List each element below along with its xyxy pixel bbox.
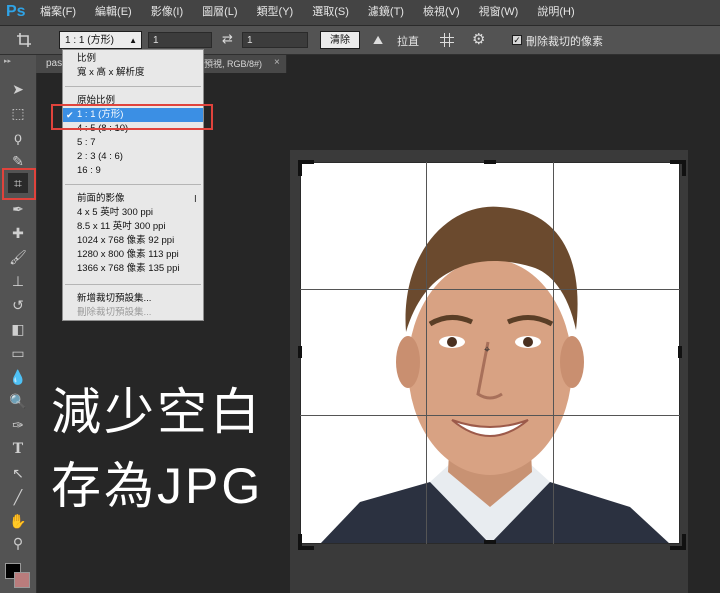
brush-tool-icon[interactable]: 🖌 bbox=[8, 247, 28, 267]
stamp-tool-icon[interactable]: ⊥ bbox=[8, 271, 28, 291]
ratio-select[interactable]: 1 : 1 (方形) ▲ bbox=[59, 31, 142, 49]
menu-layer[interactable]: 圖層(L) bbox=[202, 0, 237, 25]
eraser-tool-icon[interactable]: ◧ bbox=[8, 319, 28, 339]
eyedropper-tool-icon[interactable]: ✒ bbox=[8, 199, 28, 219]
crop-handle-left[interactable] bbox=[298, 346, 302, 358]
type-tool-icon[interactable]: T bbox=[8, 439, 28, 459]
menu-separator bbox=[65, 284, 201, 285]
crop-handle-top[interactable] bbox=[484, 160, 496, 164]
menu-item-new-preset[interactable]: 新增裁切預設集... bbox=[63, 292, 203, 306]
menu-item-w-h-res[interactable]: 寬 x 高 x 解析度 bbox=[63, 66, 203, 80]
menu-item-delete-preset: 刪除裁切預設集... bbox=[77, 307, 152, 318]
dodge-tool-icon[interactable]: 🔍 bbox=[8, 391, 28, 411]
menu-edit[interactable]: 編輯(E) bbox=[95, 0, 132, 25]
crop-handle-bottom[interactable] bbox=[484, 540, 496, 544]
gear-icon[interactable]: ⚙ bbox=[472, 30, 485, 48]
crop-handle-bottom-right[interactable] bbox=[670, 534, 686, 550]
close-icon[interactable]: × bbox=[274, 57, 280, 68]
menu-filter[interactable]: 濾鏡(T) bbox=[368, 0, 404, 25]
lasso-tool-icon[interactable]: ϙ bbox=[8, 127, 28, 147]
menu-help[interactable]: 說明(H) bbox=[537, 0, 574, 25]
width-field[interactable]: 1 bbox=[148, 32, 212, 48]
document-tab-title: pas bbox=[46, 58, 63, 69]
menu-item-4x5[interactable]: 4 x 5 英吋 300 ppi bbox=[63, 206, 203, 220]
menu-item-16-9[interactable]: 16 : 9 bbox=[63, 164, 203, 178]
menu-image[interactable]: 影像(I) bbox=[151, 0, 183, 25]
gradient-tool-icon[interactable]: ▭ bbox=[8, 343, 28, 363]
caption-line-2: 存為JPG bbox=[51, 458, 264, 514]
menu-item-1024x768[interactable]: 1024 x 768 像素 92 ppi bbox=[63, 234, 203, 248]
straighten-label[interactable]: 拉直 bbox=[397, 33, 419, 49]
swap-icon[interactable]: ⇄ bbox=[222, 31, 233, 47]
crop-handle-top-left[interactable] bbox=[298, 160, 314, 176]
crop-handle-bottom-left[interactable] bbox=[298, 534, 314, 550]
history-brush-tool-icon[interactable]: ↺ bbox=[8, 295, 28, 315]
delete-pixels-checkbox[interactable]: ✓ bbox=[512, 35, 522, 45]
document-tab-info: 預視, RGB/8#) bbox=[204, 59, 263, 69]
menu-view[interactable]: 檢視(V) bbox=[423, 0, 460, 25]
healing-brush-tool-icon[interactable]: ✚ bbox=[8, 223, 28, 243]
crop-grid-line bbox=[426, 162, 427, 544]
crop-grid-line bbox=[300, 415, 680, 416]
marquee-tool-icon[interactable]: ⬚ bbox=[8, 103, 28, 123]
menu-separator bbox=[65, 86, 201, 87]
straighten-icon[interactable]: ⛰ bbox=[373, 33, 383, 48]
clear-button[interactable]: 清除 bbox=[320, 31, 360, 49]
menu-item-2-3[interactable]: 2 : 3 (4 : 6) bbox=[63, 150, 203, 164]
crop-grid-line bbox=[300, 289, 680, 290]
crop-center-icon: ⌖ bbox=[484, 344, 491, 356]
menu-item-ratio[interactable]: 比例 bbox=[63, 52, 203, 66]
path-select-tool-icon[interactable]: ↖ bbox=[8, 463, 28, 483]
crop-grid-line bbox=[553, 162, 554, 544]
menu-separator bbox=[65, 184, 201, 185]
menu-item-1366x768[interactable]: 1366 x 768 像素 135 ppi bbox=[63, 262, 203, 276]
height-field[interactable]: 1 bbox=[242, 32, 308, 48]
pen-tool-icon[interactable]: ✑ bbox=[8, 415, 28, 435]
crop-handle-top-right[interactable] bbox=[670, 160, 686, 176]
highlight-crop-tool bbox=[2, 168, 36, 200]
crop-tool-icon[interactable] bbox=[16, 32, 32, 48]
menu-type[interactable]: 類型(Y) bbox=[257, 0, 294, 25]
highlight-1-1-option bbox=[51, 104, 213, 130]
select-arrows-icon: ▲ bbox=[129, 36, 137, 45]
menu-window[interactable]: 視窗(W) bbox=[479, 0, 519, 25]
menu-select[interactable]: 選取(S) bbox=[312, 0, 349, 25]
menu-item-front-image[interactable]: 前面的影像 bbox=[63, 192, 203, 206]
menu-item-5-7[interactable]: 5 : 7 bbox=[63, 136, 203, 150]
background-color-swatch[interactable] bbox=[14, 572, 30, 588]
blur-tool-icon[interactable]: 💧 bbox=[8, 367, 28, 387]
delete-pixels-label[interactable]: 刪除裁切的像素 bbox=[526, 33, 603, 49]
menu-file[interactable]: 檔案(F) bbox=[40, 0, 76, 25]
toolbox: ▸▸ ➤ ⬚ ϙ ✎ ⌗ ✒ ✚ 🖌 ⊥ ↺ ◧ ▭ 💧 🔍 ✑ T ↖ ╱ ✋… bbox=[0, 55, 37, 593]
caption-line-1: 減少空白 bbox=[51, 384, 263, 440]
menu-item-8-5x11[interactable]: 8.5 x 11 英吋 300 ppi bbox=[63, 220, 203, 234]
menu-items: 檔案(F) 編輯(E) 影像(I) 圖層(L) 類型(Y) 選取(S) 濾鏡(T… bbox=[40, 0, 594, 25]
move-tool-icon[interactable]: ➤ bbox=[8, 79, 28, 99]
ratio-dropdown-menu: 比例 寬 x 高 x 解析度 原始比例 ✔ 1 : 1 (方形) 4 : 5 (… bbox=[62, 49, 204, 321]
zoom-tool-icon[interactable]: ⚲ bbox=[8, 533, 28, 553]
crop-handle-right[interactable] bbox=[678, 346, 682, 358]
hand-tool-icon[interactable]: ✋ bbox=[8, 511, 28, 531]
menu-bar: Ps 檔案(F) 編輯(E) 影像(I) 圖層(L) 類型(Y) 選取(S) 濾… bbox=[0, 0, 720, 26]
overlay-grid-icon[interactable] bbox=[440, 33, 454, 47]
text-cursor-icon: I bbox=[194, 194, 197, 205]
collapse-icon[interactable]: ▸▸ bbox=[4, 57, 11, 65]
line-tool-icon[interactable]: ╱ bbox=[8, 487, 28, 507]
menu-item-1280x800[interactable]: 1280 x 800 像素 113 ppi bbox=[63, 248, 203, 262]
ratio-value: 1 : 1 (方形) bbox=[65, 35, 114, 46]
photoshop-logo: Ps bbox=[6, 3, 26, 20]
